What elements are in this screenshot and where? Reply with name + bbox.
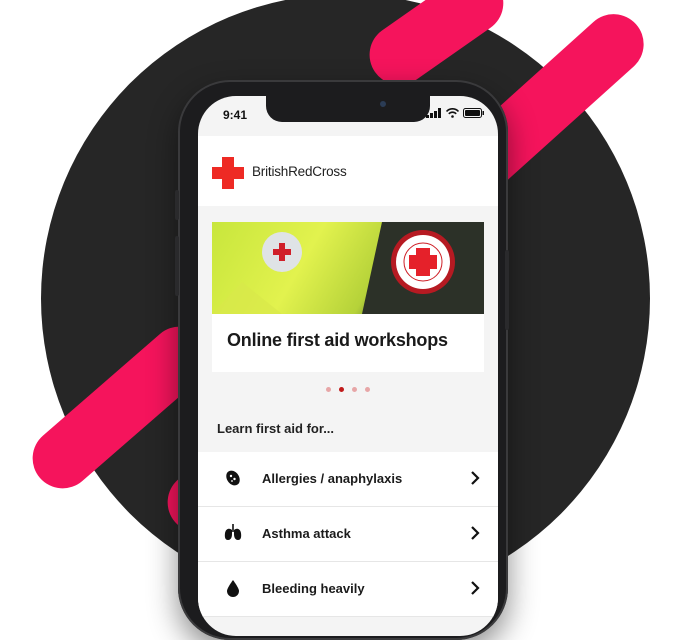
wifi-icon xyxy=(446,108,459,118)
list-item-asthma[interactable]: Asthma attack xyxy=(198,507,498,562)
chevron-right-icon xyxy=(471,581,480,595)
status-icons xyxy=(426,108,484,118)
section-heading: Learn first aid for... xyxy=(217,421,335,436)
promo-banner-card[interactable]: Online first aid workshops xyxy=(212,222,484,372)
volume-down-button xyxy=(175,236,179,296)
front-camera xyxy=(380,101,386,107)
battery-icon xyxy=(463,108,484,118)
list-item-label: Bleeding heavily xyxy=(262,581,365,596)
carousel-dot-active[interactable] xyxy=(339,387,344,392)
app-header: BritishRedCross xyxy=(198,136,498,206)
list-item-label: Asthma attack xyxy=(262,526,351,541)
allergy-icon xyxy=(226,470,240,486)
list-item-bleeding[interactable]: Bleeding heavily xyxy=(198,562,498,617)
blood-drop-icon xyxy=(227,580,239,597)
status-time: 9:41 xyxy=(223,108,248,122)
notch xyxy=(266,96,430,122)
carousel-dot[interactable] xyxy=(365,387,370,392)
phone-screen: 9:41 BritishRedCross Online first aid wo… xyxy=(198,96,498,636)
chevron-right-icon xyxy=(471,526,480,540)
banner-title: Online first aid workshops xyxy=(227,330,448,350)
carousel-indicator xyxy=(326,387,370,392)
red-cross-logo-icon xyxy=(212,157,244,189)
chevron-right-icon xyxy=(471,471,480,485)
banner-photo-shapes xyxy=(212,222,484,314)
list-item-allergies[interactable]: Allergies / anaphylaxis xyxy=(198,452,498,507)
brand-name: BritishRedCross xyxy=(252,164,347,179)
volume-up-button xyxy=(175,190,179,220)
first-aid-topic-list: Allergies / anaphylaxis Asthma attack Bl… xyxy=(198,452,498,617)
lungs-icon xyxy=(224,524,242,540)
carousel-dot[interactable] xyxy=(352,387,357,392)
power-button xyxy=(505,250,509,330)
signal-icon xyxy=(426,108,441,118)
carousel-dot[interactable] xyxy=(326,387,331,392)
list-item-label: Allergies / anaphylaxis xyxy=(262,471,403,486)
banner-image xyxy=(212,222,484,314)
